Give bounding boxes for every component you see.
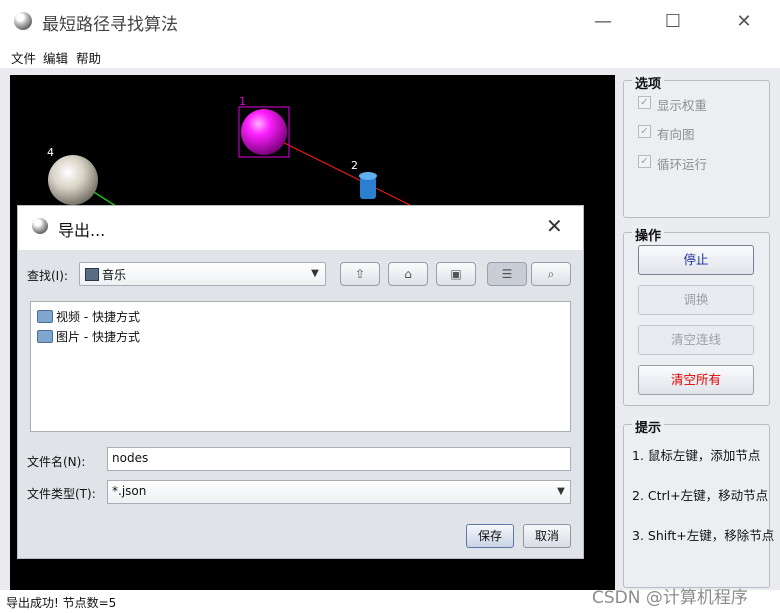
up-folder-button[interactable]: ⇧ <box>340 262 380 286</box>
menu-bar <box>0 44 780 68</box>
new-folder-icon: ▣ <box>450 267 462 281</box>
hint-line-3: 3. Shift+左键，移除节点 <box>632 528 775 543</box>
watermark: CSDN @计算机程序 <box>592 588 748 608</box>
node-4[interactable] <box>48 155 98 205</box>
folder-icon <box>37 310 53 323</box>
chevron-down-icon: ▼ <box>311 268 319 279</box>
filename-value: nodes <box>112 451 149 465</box>
filename-input[interactable]: nodes <box>107 447 571 471</box>
lookin-value: 音乐 <box>102 268 127 282</box>
app-icon <box>14 12 32 30</box>
cancel-button[interactable]: 取消 <box>523 524 571 548</box>
node-1[interactable] <box>241 109 287 155</box>
chevron-down-icon: ▼ <box>557 486 565 497</box>
minimize-button[interactable]: — <box>583 6 623 38</box>
file-name: 图片 - 快捷方式 <box>56 330 140 344</box>
checkbox-label-show-weight: 显示权重 <box>657 98 708 113</box>
node-1-label: 1 <box>239 95 246 108</box>
dialog-close-button[interactable]: ✕ <box>546 214 563 238</box>
details-view-icon: ⌕ <box>547 267 555 281</box>
checkbox-show-weight[interactable]: ✓ <box>638 96 651 109</box>
maximize-button[interactable]: ☐ <box>653 6 693 38</box>
list-view-button[interactable]: ☰ <box>487 262 527 286</box>
filetype-label: 文件类型(T): <box>27 487 96 501</box>
home-icon: ⌂ <box>404 267 412 281</box>
file-list[interactable]: 视频 - 快捷方式 图片 - 快捷方式 <box>30 301 571 432</box>
hint-line-1: 1. 鼠标左键，添加节点 <box>632 448 761 463</box>
checkbox-label-loop: 循环运行 <box>657 157 708 172</box>
options-title: 选项 <box>632 73 665 92</box>
clear-all-button[interactable]: 清空所有 <box>638 365 754 395</box>
home-button[interactable]: ⌂ <box>388 262 428 286</box>
lookin-label: 查找(I): <box>27 269 68 283</box>
operations-title: 操作 <box>632 225 665 244</box>
menu-help[interactable]: 帮助 <box>76 48 101 67</box>
menu-file[interactable]: 文件 <box>11 48 36 67</box>
node-2-label: 2 <box>351 159 358 172</box>
save-button[interactable]: 保存 <box>466 524 514 548</box>
edge-1-2 <box>263 132 411 206</box>
up-folder-icon: ⇧ <box>354 267 366 281</box>
checkbox-loop[interactable]: ✓ <box>638 155 651 168</box>
dialog-title: 导出... <box>58 221 106 240</box>
filename-label: 文件名(N): <box>27 455 86 469</box>
file-name: 视频 - 快捷方式 <box>56 310 140 324</box>
export-dialog: 导出... ✕ 查找(I): 音乐 ▼ ⇧ ⌂ ▣ ☰ ⌕ 视频 - 快捷方式 … <box>17 205 584 559</box>
toggle-button[interactable]: 调换 <box>638 285 754 315</box>
details-view-button[interactable]: ⌕ <box>531 262 571 286</box>
filetype-select[interactable]: *.json ▼ <box>107 480 571 504</box>
checkbox-directed[interactable]: ✓ <box>638 125 651 138</box>
close-button[interactable]: ✕ <box>724 6 764 38</box>
clear-lines-button[interactable]: 清空连线 <box>638 325 754 355</box>
filetype-value: *.json <box>112 484 147 498</box>
lookin-select[interactable]: 音乐 ▼ <box>79 262 326 286</box>
folder-icon <box>37 330 53 343</box>
node-4-label: 4 <box>47 146 54 159</box>
dialog-app-icon <box>32 218 48 234</box>
drive-icon <box>85 268 99 281</box>
menu-edit[interactable]: 编辑 <box>43 48 68 67</box>
new-folder-button[interactable]: ▣ <box>436 262 476 286</box>
checkbox-label-directed: 有向图 <box>657 127 695 142</box>
list-view-icon: ☰ <box>501 267 513 281</box>
window-title: 最短路径寻找算法 <box>42 15 178 35</box>
stop-button[interactable]: 停止 <box>638 245 754 275</box>
node-2[interactable] <box>359 172 377 199</box>
status-text: 导出成功! 节点数=5 <box>6 596 117 610</box>
hints-title: 提示 <box>632 417 665 436</box>
hint-line-2: 2. Ctrl+左键，移动节点 <box>632 488 769 503</box>
